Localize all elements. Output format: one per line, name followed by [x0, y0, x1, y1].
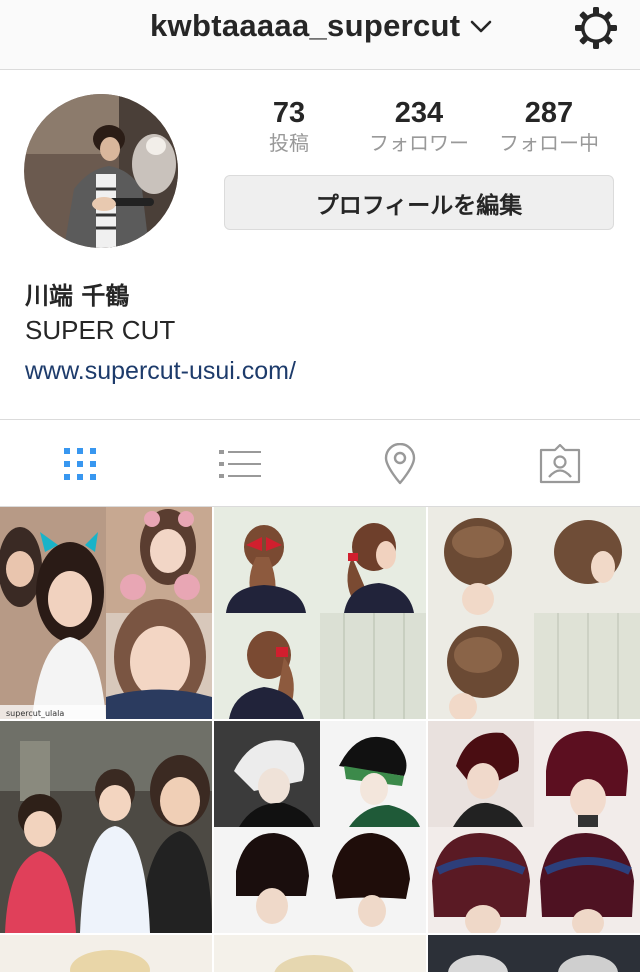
post-photo [0, 935, 212, 972]
account-switcher[interactable]: kwbtaaaaa_supercut [150, 6, 492, 46]
tab-grid-view[interactable] [58, 442, 102, 486]
post-photo [428, 507, 640, 719]
posts-count-label: 投稿 [269, 131, 309, 155]
post-thumbnail[interactable] [0, 935, 212, 972]
username-title: kwbtaaaaa_supercut [150, 8, 461, 43]
following-count-label: フォロー中 [499, 131, 599, 155]
top-bar: kwbtaaaaa_supercut [0, 0, 640, 70]
avatar-photo [24, 94, 178, 248]
post-thumbnail[interactable] [428, 721, 640, 933]
post-thumbnail[interactable] [428, 935, 640, 972]
divider [0, 419, 640, 420]
gear-icon[interactable] [573, 5, 619, 51]
post-photo [214, 507, 426, 719]
posts-count: 73 投稿 [224, 96, 354, 156]
profile-bio: SUPER CUT [25, 315, 176, 345]
post-photo [0, 721, 212, 933]
followers-count-label: フォロワー [369, 131, 469, 155]
post-thumbnail[interactable] [214, 935, 426, 972]
chevron-down-icon [471, 20, 492, 33]
edit-profile-button[interactable]: プロフィールを編集 [224, 175, 614, 230]
svg-text:supercut_ulala: supercut_ulala [6, 709, 64, 718]
post-photo [428, 935, 640, 972]
tab-places[interactable] [378, 442, 422, 486]
post-photo [428, 721, 640, 933]
following-count-value: 287 [524, 97, 574, 129]
followers-count[interactable]: 234 フォロワー [354, 96, 484, 156]
posts-grid: supercut_ulala [0, 507, 640, 972]
post-thumbnail[interactable] [214, 507, 426, 719]
posts-count-value: 73 [272, 97, 306, 129]
post-thumbnail[interactable] [214, 721, 426, 933]
post-thumbnail[interactable] [0, 721, 212, 933]
location-pin-icon [384, 443, 416, 485]
tagged-person-icon [539, 444, 581, 484]
post-photo [214, 721, 426, 933]
profile-name: 川端 千鶴 [25, 282, 130, 310]
post-photo [214, 935, 426, 972]
post-photo: supercut_ulala [0, 507, 212, 719]
list-icon [219, 450, 261, 478]
tab-list-view[interactable] [218, 442, 262, 486]
grid-icon [64, 448, 96, 480]
tab-tagged[interactable] [538, 442, 582, 486]
profile-avatar[interactable] [24, 94, 178, 248]
post-thumbnail[interactable] [428, 507, 640, 719]
post-thumbnail[interactable]: supercut_ulala [0, 507, 212, 719]
profile-website-link[interactable]: www.supercut-usui.com/ [25, 357, 296, 386]
followers-count-value: 234 [394, 97, 444, 129]
following-count[interactable]: 287 フォロー中 [484, 96, 614, 156]
